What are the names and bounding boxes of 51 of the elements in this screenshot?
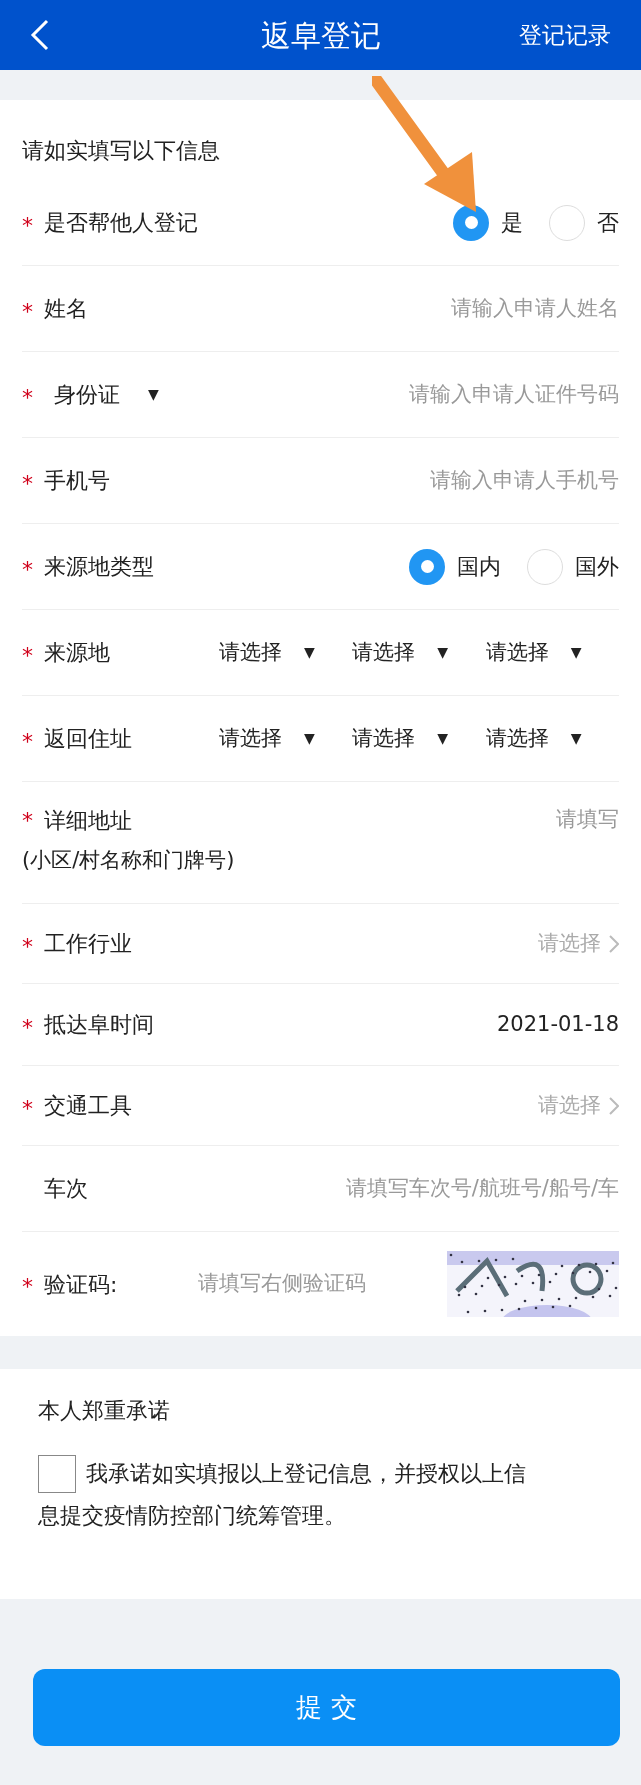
records-link[interactable]: 登记记录: [519, 17, 611, 53]
field-label: 返回住址: [44, 726, 132, 751]
text-field[interactable]: 请填写车次号/航班号/船号/车: [88, 1172, 619, 1205]
required-mark: *: [22, 469, 33, 495]
required-mark: *: [22, 383, 33, 409]
required-mark: *: [22, 211, 33, 237]
required-mark: *: [22, 1094, 33, 1120]
pledge-text: 息提交疫情防控部门统筹管理。: [38, 1502, 347, 1530]
required-mark: *: [22, 727, 33, 753]
required-mark: *: [22, 807, 33, 832]
pledge-title: 本人郑重承诺: [38, 1397, 171, 1425]
field-label: 详细地址: [44, 807, 133, 835]
region-select[interactable]: 请选择 ▼: [485, 722, 619, 755]
id-type-select[interactable]: 身份证 ▼: [54, 378, 159, 411]
pledge-checkbox[interactable]: [38, 1455, 76, 1493]
required-mark: *: [22, 1273, 33, 1298]
chevron-right-icon: [609, 934, 619, 953]
back-icon[interactable]: [30, 19, 50, 51]
region-select[interactable]: 请选择 ▼: [219, 722, 353, 755]
required-mark: *: [22, 1013, 33, 1039]
date-value[interactable]: 2021-01-18: [496, 1008, 619, 1041]
region-select[interactable]: 请选择 ▼: [219, 636, 353, 669]
region-select[interactable]: 请选择 ▼: [485, 636, 619, 669]
required-mark: *: [22, 297, 33, 323]
field-label: 来源地类型: [44, 554, 154, 579]
field-label: 是否帮他人登记: [44, 210, 198, 235]
field-label: 验证码:: [44, 1271, 118, 1297]
region-select[interactable]: 请选择 ▼: [352, 722, 486, 755]
text-field[interactable]: 请输入申请人证件号码: [158, 378, 619, 411]
text-field[interactable]: 请输入申请人姓名: [88, 292, 619, 325]
chevron-right-icon: [609, 1096, 619, 1115]
required-mark: *: [22, 555, 33, 581]
captcha-field[interactable]: 请填写右侧验证码: [117, 1268, 447, 1300]
pledge-text: 我承诺如实填报以上登记信息，并授权以上信: [86, 1460, 526, 1488]
radio-option[interactable]: 国外: [527, 548, 619, 585]
text-field[interactable]: 请输入申请人手机号: [110, 464, 619, 497]
required-mark: *: [22, 641, 33, 667]
field-label: 车次: [44, 1176, 88, 1201]
field-label: 工作行业: [44, 931, 132, 956]
text-field[interactable]: 请填写: [234, 804, 619, 836]
field-label: 来源地: [44, 640, 110, 665]
field-label: 手机号: [44, 468, 110, 493]
intro-text: 请如实填写以下信息: [22, 136, 220, 165]
region-select[interactable]: 请选择 ▼: [352, 636, 486, 669]
page-title: 返阜登记: [260, 16, 381, 55]
field-label: 姓名: [44, 296, 88, 321]
field-label: 交通工具: [44, 1093, 132, 1118]
required-mark: *: [22, 932, 33, 958]
field-label: 抵达阜时间: [44, 1012, 154, 1037]
radio-option[interactable]: 国内: [409, 548, 501, 585]
field-note: (小区/村名称和门牌号): [22, 847, 235, 874]
